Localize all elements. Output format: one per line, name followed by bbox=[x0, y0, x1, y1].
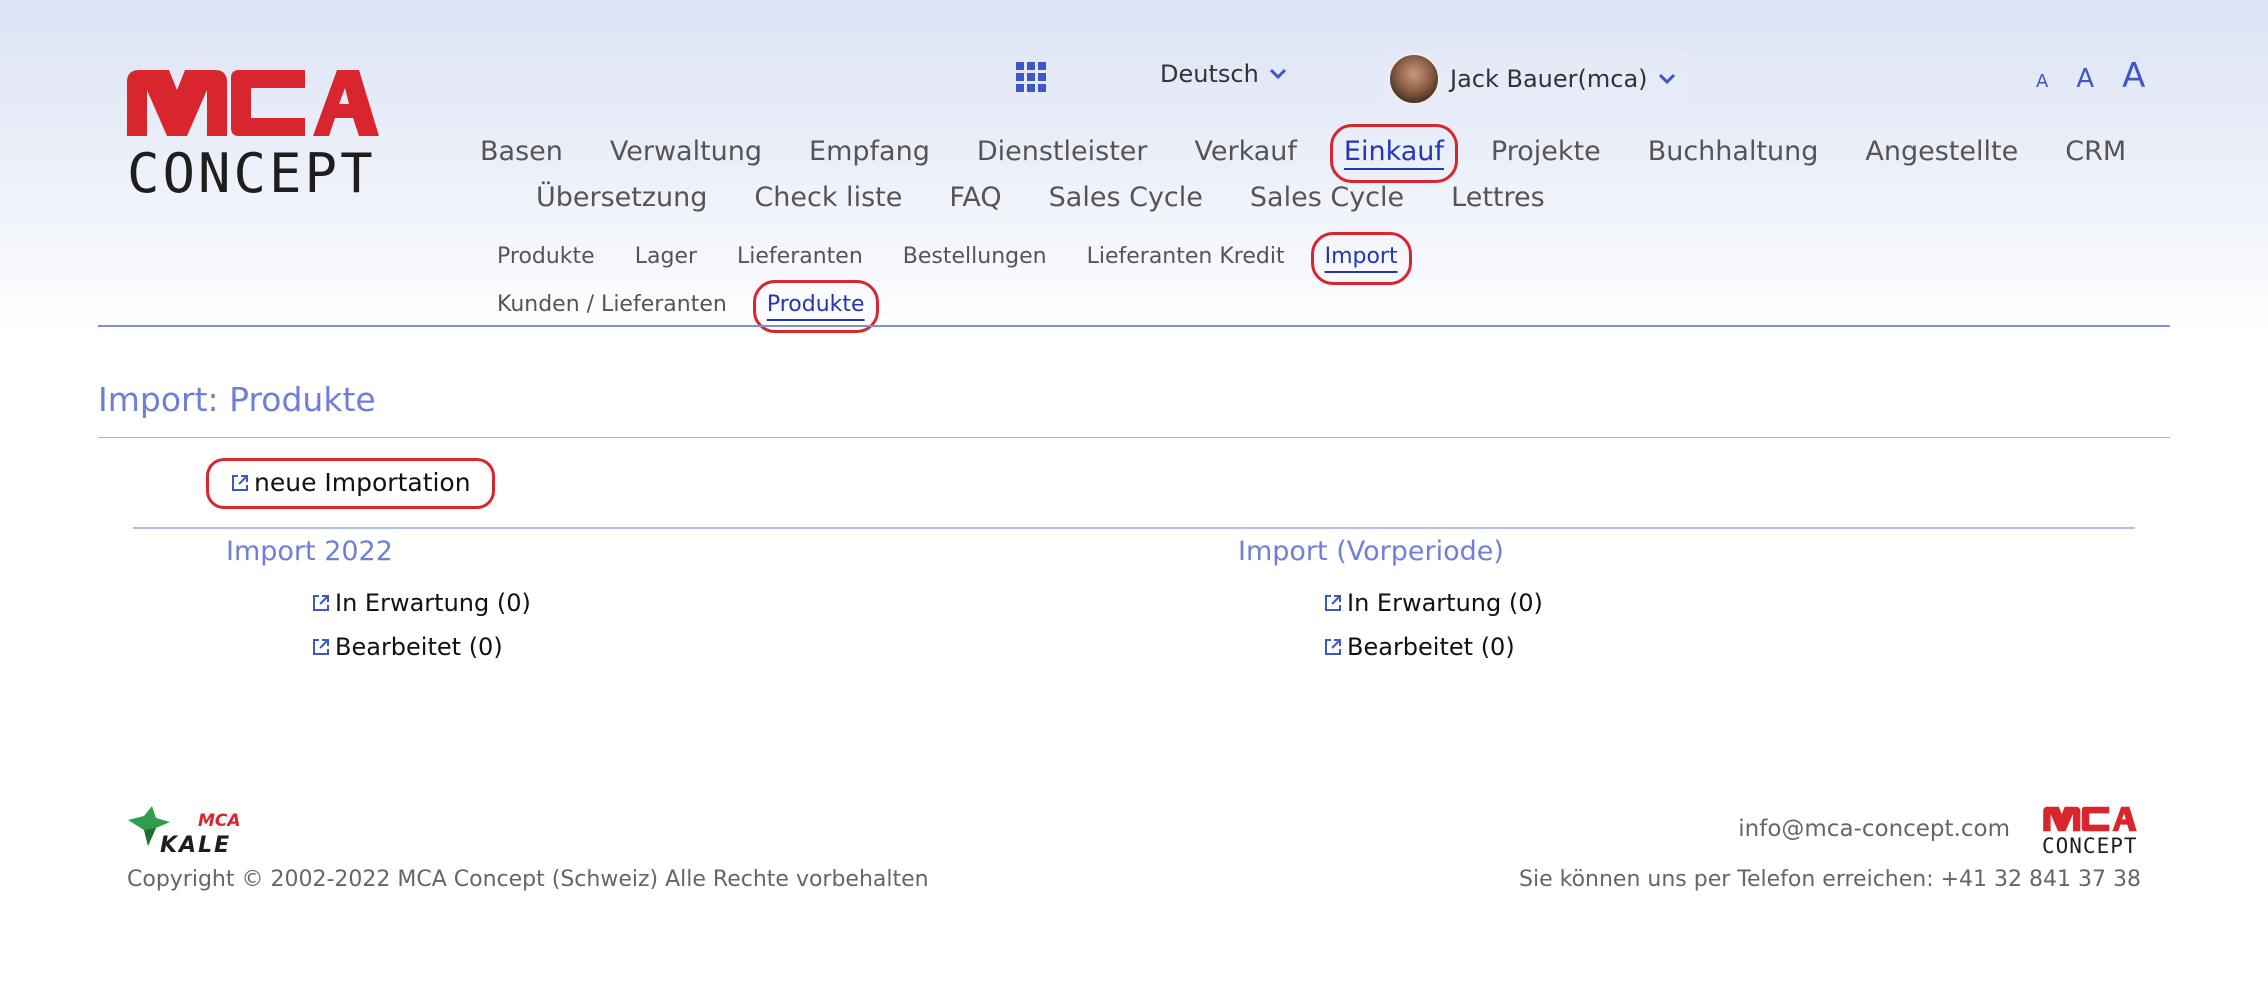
grid-icon[interactable] bbox=[1016, 62, 1046, 92]
font-size-small-button[interactable]: A bbox=[2036, 71, 2048, 92]
link-label: In Erwartung (0) bbox=[335, 589, 531, 617]
nav-item-projekte[interactable]: Projekte bbox=[1491, 136, 1601, 167]
nav-item-verkauf[interactable]: Verkauf bbox=[1195, 136, 1297, 167]
avatar bbox=[1388, 53, 1440, 105]
nav-item-sales-cycle[interactable]: Sales Cycle bbox=[1049, 182, 1203, 213]
subnav-item-lieferanten[interactable]: Lieferanten bbox=[737, 244, 863, 269]
import-current-section: Import 2022 In Erwartung (0) Bearbeitet … bbox=[226, 536, 531, 669]
mca-concept-logo[interactable]: CONCEPT bbox=[127, 68, 379, 205]
language-label: Deutsch bbox=[1160, 60, 1259, 88]
header-divider bbox=[98, 325, 2170, 327]
import-previous-heading: Import (Vorperiode) bbox=[1238, 536, 1504, 567]
link-in-erwartung[interactable]: In Erwartung (0) bbox=[311, 581, 531, 625]
link-in-erwartung-previous[interactable]: In Erwartung (0) bbox=[1323, 581, 1543, 625]
kale-logo-mca-text: MCA bbox=[198, 811, 241, 831]
external-link-icon bbox=[313, 595, 329, 611]
logo-concept-text: CONCEPT bbox=[127, 142, 376, 205]
nav-item-basen[interactable]: Basen bbox=[480, 136, 563, 167]
sub-nav: Produkte Lager Lieferanten Bestellungen … bbox=[497, 231, 1412, 333]
subnav-item-produkte[interactable]: Produkte bbox=[497, 244, 595, 269]
nav-item-empfang[interactable]: Empfang bbox=[809, 136, 930, 167]
chevron-down-icon bbox=[1269, 68, 1286, 80]
import-current-heading: Import 2022 bbox=[226, 536, 393, 567]
font-size-controls: A A A bbox=[2036, 56, 2145, 96]
link-label: In Erwartung (0) bbox=[1347, 589, 1543, 617]
chevron-down-icon bbox=[1658, 73, 1675, 85]
new-import-link[interactable]: neue Importation bbox=[206, 458, 495, 509]
page-title: Import: Produkte bbox=[98, 380, 376, 419]
user-name: Jack Bauer(mca) bbox=[1450, 65, 1648, 93]
link-label: Bearbeitet (0) bbox=[1347, 633, 1515, 661]
email-link[interactable]: info@mca-concept.com bbox=[1738, 816, 2010, 842]
sub-nav-row-2: Kunden / Lieferanten Produkte bbox=[497, 279, 1398, 333]
kale-logo-kale-text: KALE bbox=[160, 833, 231, 856]
language-selector[interactable]: Deutsch bbox=[1160, 60, 1287, 88]
subnav-item-kunden-lieferanten[interactable]: Kunden / Lieferanten bbox=[497, 292, 727, 317]
new-import-label: neue Importation bbox=[254, 468, 471, 497]
section-divider bbox=[133, 527, 2135, 529]
sub-nav-row-1: Produkte Lager Lieferanten Bestellungen … bbox=[497, 231, 1412, 285]
footer-logo-concept-text: CONCEPT bbox=[2042, 834, 2138, 858]
main-nav-row-2: Übersetzung Check liste FAQ Sales Cycle … bbox=[480, 174, 2040, 220]
font-size-large-button[interactable]: A bbox=[2122, 56, 2145, 96]
subnav-item-import[interactable]: Import bbox=[1310, 231, 1412, 285]
phone-info: Sie können uns per Telefon erreichen: +4… bbox=[1519, 867, 2141, 892]
subnav-item-produkte-import[interactable]: Produkte bbox=[752, 279, 879, 333]
subnav-item-bestellungen[interactable]: Bestellungen bbox=[903, 244, 1047, 269]
nav-item-lettres[interactable]: Lettres bbox=[1451, 182, 1545, 213]
footer-mca-logo-mark bbox=[2043, 806, 2137, 832]
link-label: Bearbeitet (0) bbox=[335, 633, 503, 661]
main-nav: Basen Verwaltung Empfang Dienstleister V… bbox=[480, 123, 2126, 220]
footer-mca-concept-logo[interactable]: CONCEPT bbox=[2042, 806, 2138, 858]
nav-item-angestellte[interactable]: Angestellte bbox=[1865, 136, 2018, 167]
main-nav-row-1: Basen Verwaltung Empfang Dienstleister V… bbox=[480, 123, 2126, 183]
nav-item-faq[interactable]: FAQ bbox=[949, 182, 1001, 213]
link-bearbeitet-previous[interactable]: Bearbeitet (0) bbox=[1323, 625, 1543, 669]
mca-logo-mark bbox=[127, 70, 379, 136]
external-link-icon bbox=[313, 639, 329, 655]
nav-item-check-liste[interactable]: Check liste bbox=[754, 182, 902, 213]
external-link-icon bbox=[232, 474, 248, 491]
nav-item-sales-cycle-2[interactable]: Sales Cycle bbox=[1250, 182, 1404, 213]
link-bearbeitet[interactable]: Bearbeitet (0) bbox=[311, 625, 531, 669]
mca-kale-logo[interactable]: MCA KALE bbox=[126, 806, 250, 856]
nav-item-verwaltung[interactable]: Verwaltung bbox=[610, 136, 762, 167]
nav-item-buchhaltung[interactable]: Buchhaltung bbox=[1648, 136, 1819, 167]
header: CONCEPT Deutsch Jack Bauer(mca) A A A Ba… bbox=[0, 0, 2268, 333]
title-divider bbox=[98, 437, 2170, 438]
nav-item-crm[interactable]: CRM bbox=[2065, 136, 2126, 167]
external-link-icon bbox=[1325, 595, 1341, 611]
font-size-medium-button[interactable]: A bbox=[2076, 64, 2094, 94]
copyright: Copyright © 2002-2022 MCA Concept (Schwe… bbox=[127, 867, 929, 892]
nav-item-einkauf[interactable]: Einkauf bbox=[1329, 123, 1458, 183]
import-previous-section: Import (Vorperiode) In Erwartung (0) Bea… bbox=[1238, 536, 1543, 669]
nav-item-ubersetzung[interactable]: Übersetzung bbox=[536, 182, 707, 213]
external-link-icon bbox=[1325, 639, 1341, 655]
subnav-item-lager[interactable]: Lager bbox=[635, 244, 697, 269]
subnav-item-lieferanten-kredit[interactable]: Lieferanten Kredit bbox=[1087, 244, 1285, 269]
nav-item-dienstleister[interactable]: Dienstleister bbox=[977, 136, 1148, 167]
user-menu[interactable]: Jack Bauer(mca) bbox=[1382, 50, 1688, 108]
